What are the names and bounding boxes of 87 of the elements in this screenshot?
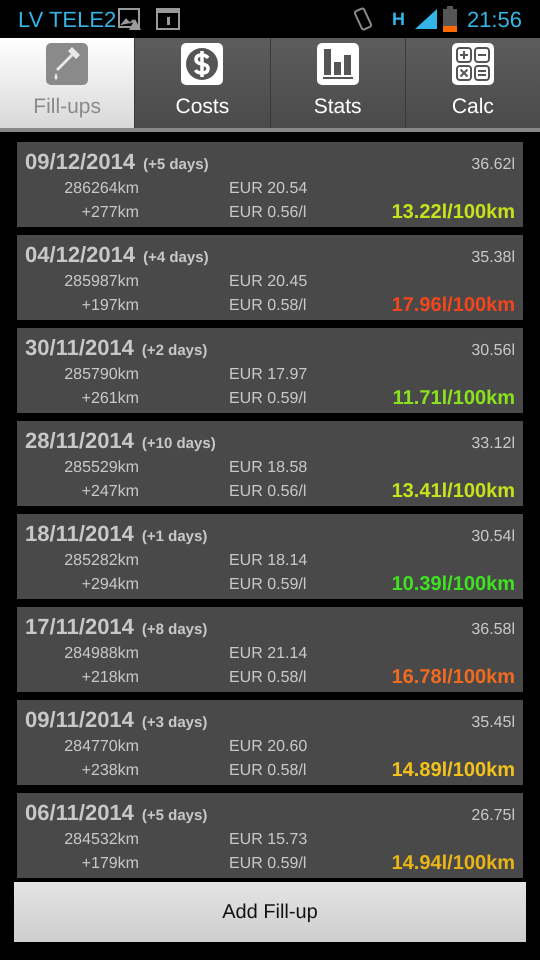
fillup-cost: EUR 18.58 — [229, 458, 308, 478]
distance-driven: +247km — [80, 482, 139, 502]
fillup-date: 28/11/2014 — [25, 427, 134, 455]
image-warning-icon — [118, 7, 142, 31]
fuel-consumption: 13.22l/100km — [392, 200, 515, 224]
distance-driven: +197km — [80, 296, 139, 316]
battery-icon — [442, 6, 457, 32]
fillup-date: 18/11/2014 — [25, 520, 134, 548]
fuel-volume: 30.54l — [471, 527, 515, 547]
day-interval: (+5 days) — [143, 155, 209, 175]
dollar-icon — [181, 43, 224, 86]
fillup-card[interactable]: 28/11/2014 (+10 days) 33.12l 285529km EUR 18.58 +247km EUR 0.56/l 13.41l/100km — [17, 421, 523, 506]
fuel-price: EUR 0.56/l — [229, 203, 306, 223]
calculator-icon — [452, 43, 494, 86]
fillup-cost: EUR 17.97 — [229, 365, 308, 385]
fuel-price: EUR 0.59/l — [229, 854, 306, 874]
fillup-date: 06/11/2014 — [25, 799, 134, 827]
clock: 21:56 — [466, 6, 522, 34]
fuel-consumption: 17.96l/100km — [392, 293, 515, 317]
day-interval: (+3 days) — [142, 713, 208, 733]
fillup-date: 09/11/2014 — [25, 706, 134, 734]
fillup-cost: EUR 20.45 — [229, 272, 308, 292]
fuel-volume: 30.56l — [471, 341, 515, 361]
fuel-consumption: 14.94l/100km — [392, 851, 515, 875]
fuel-price: EUR 0.59/l — [229, 575, 306, 595]
vibrate-icon — [352, 6, 374, 32]
fuel-volume: 36.58l — [471, 620, 515, 640]
fuel-price: EUR 0.58/l — [229, 761, 306, 781]
fillup-card[interactable]: 18/11/2014 (+1 days) 30.54l 285282km EUR 18.14 +294km EUR 0.59/l 10.39l/100km — [17, 514, 523, 599]
fillup-card[interactable]: 04/12/2014 (+4 days) 35.38l 285987km EUR 20.45 +197km EUR 0.58/l 17.96l/100km — [17, 235, 523, 320]
add-fillup-button[interactable]: Add Fill-up — [14, 882, 526, 942]
signal-icon — [412, 7, 439, 31]
bar-chart-icon — [316, 43, 359, 86]
tab[interactable]: Calc — [404, 38, 540, 128]
distance-driven: +179km — [80, 854, 139, 874]
distance-driven: +294km — [80, 575, 139, 595]
fuel-price: EUR 0.59/l — [229, 389, 306, 409]
odometer-reading: 284770km — [63, 737, 139, 757]
distance-driven: +218km — [80, 668, 139, 688]
day-interval: (+1 days) — [142, 527, 208, 547]
day-interval: (+8 days) — [142, 620, 208, 640]
fillup-cost: EUR 20.54 — [229, 179, 308, 199]
fuel-volume: 35.45l — [471, 713, 515, 733]
day-interval: (+4 days) — [143, 248, 209, 268]
fuel-volume: 26.75l — [471, 806, 515, 826]
fillup-cost: EUR 18.14 — [229, 551, 308, 571]
fuel-consumption: 14.89l/100km — [392, 758, 515, 782]
distance-driven: +277km — [80, 203, 139, 223]
tab[interactable]: Costs — [134, 38, 270, 128]
fillup-date: 04/12/2014 — [25, 241, 136, 269]
fuel-volume: 33.12l — [471, 434, 515, 454]
odometer-reading: 284988km — [63, 644, 139, 664]
network-type: H — [392, 10, 405, 28]
fillup-date: 09/12/2014 — [25, 148, 136, 176]
fuel-price: EUR 0.58/l — [229, 668, 306, 688]
odometer-reading: 285529km — [63, 458, 139, 478]
fillup-card[interactable]: 06/11/2014 (+5 days) 26.75l 284532km EUR 15.73 +179km EUR 0.59/l 14.94l/100km — [17, 793, 523, 878]
fuel-consumption: 11.71l/100km — [392, 386, 515, 410]
fuel-consumption: 16.78l/100km — [392, 665, 515, 689]
tab[interactable]: Stats — [270, 38, 405, 128]
fuel-price: EUR 0.56/l — [229, 482, 306, 502]
fillup-card[interactable]: 30/11/2014 (+2 days) 30.56l 285790km EUR 17.97 +261km EUR 0.59/l 11.71l/100km — [17, 328, 523, 413]
fuel-consumption: 13.41l/100km — [392, 479, 515, 503]
fillup-cost: EUR 21.14 — [229, 644, 308, 664]
fuel-volume: 35.38l — [471, 248, 515, 268]
distance-driven: +261km — [80, 389, 139, 409]
fillup-card[interactable]: 17/11/2014 (+8 days) 36.58l 284988km EUR 21.14 +218km EUR 0.58/l 16.78l/100km — [17, 607, 523, 692]
fillup-card[interactable]: 09/11/2014 (+3 days) 35.45l 284770km EUR 20.60 +238km EUR 0.58/l 14.89l/100km — [17, 700, 523, 785]
fuel-volume: 36.62l — [471, 155, 515, 175]
carrier-name: LV TELE2 — [18, 6, 116, 34]
fillup-date: 17/11/2014 — [25, 613, 134, 641]
odometer-reading: 285790km — [63, 365, 139, 385]
odometer-reading: 285282km — [63, 551, 139, 571]
odometer-reading: 286264km — [63, 179, 139, 199]
day-interval: (+2 days) — [142, 341, 208, 361]
distance-driven: +238km — [80, 761, 139, 781]
calendar-icon — [156, 8, 180, 30]
odometer-reading: 285987km — [63, 272, 139, 292]
fuel-consumption: 10.39l/100km — [392, 572, 515, 596]
day-interval: (+5 days) — [142, 806, 208, 826]
day-interval: (+10 days) — [142, 434, 216, 454]
fillup-card[interactable]: 09/12/2014 (+5 days) 36.62l 286264km EUR 20.54 +277km EUR 0.56/l 13.22l/100km — [17, 142, 523, 227]
fillup-cost: EUR 15.73 — [229, 830, 308, 850]
fillup-cost: EUR 20.60 — [229, 737, 308, 757]
fuel-price: EUR 0.58/l — [229, 296, 306, 316]
fillup-date: 30/11/2014 — [25, 334, 134, 362]
odometer-reading: 284532km — [63, 830, 139, 850]
